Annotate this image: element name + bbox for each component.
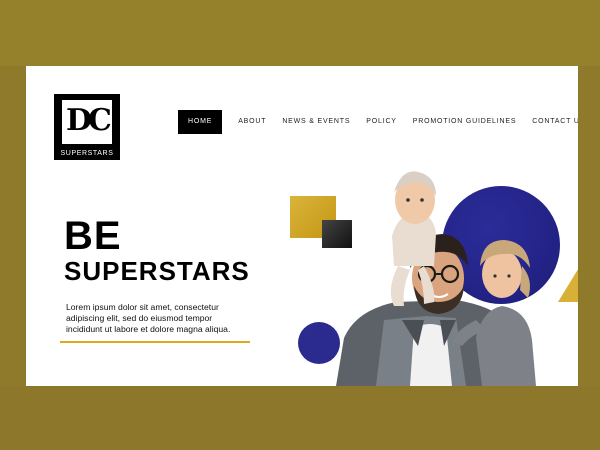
hero-title-line1: BE	[64, 214, 122, 258]
logo-mark-box: DC	[62, 100, 112, 144]
nav-item-policy[interactable]: POLICY	[358, 110, 404, 134]
nav-item-promotion-guidelines[interactable]: PROMOTION GUIDELINES	[405, 110, 525, 134]
nav-item-about[interactable]: ABOUT	[230, 110, 274, 134]
canvas-background: DC SUPERSTARS HOME ABOUT NEWS & EVENTS P…	[0, 0, 600, 450]
logo-letters: DC	[66, 103, 112, 138]
nav-item-news-events[interactable]: NEWS & EVENTS	[274, 110, 358, 134]
hero-family-photo	[336, 171, 536, 386]
logo-subtitle: SUPERSTARS	[60, 150, 114, 157]
hero-title-line2: SUPERSTARS	[64, 256, 250, 286]
top-frame-band	[0, 0, 600, 66]
nav-item-contact-us[interactable]: CONTACT US	[524, 110, 578, 134]
brand-logo[interactable]: DC SUPERSTARS	[54, 94, 120, 160]
landing-page: DC SUPERSTARS HOME ABOUT NEWS & EVENTS P…	[26, 66, 578, 386]
nav-item-home[interactable]: HOME	[178, 110, 223, 134]
main-nav: HOME ABOUT NEWS & EVENTS POLICY PROMOTIO…	[178, 110, 578, 134]
hero-underline	[60, 341, 250, 343]
hero-body-text: Lorem ipsum dolor sit amet, consectetur …	[66, 301, 231, 334]
bottom-frame-band	[0, 386, 600, 450]
